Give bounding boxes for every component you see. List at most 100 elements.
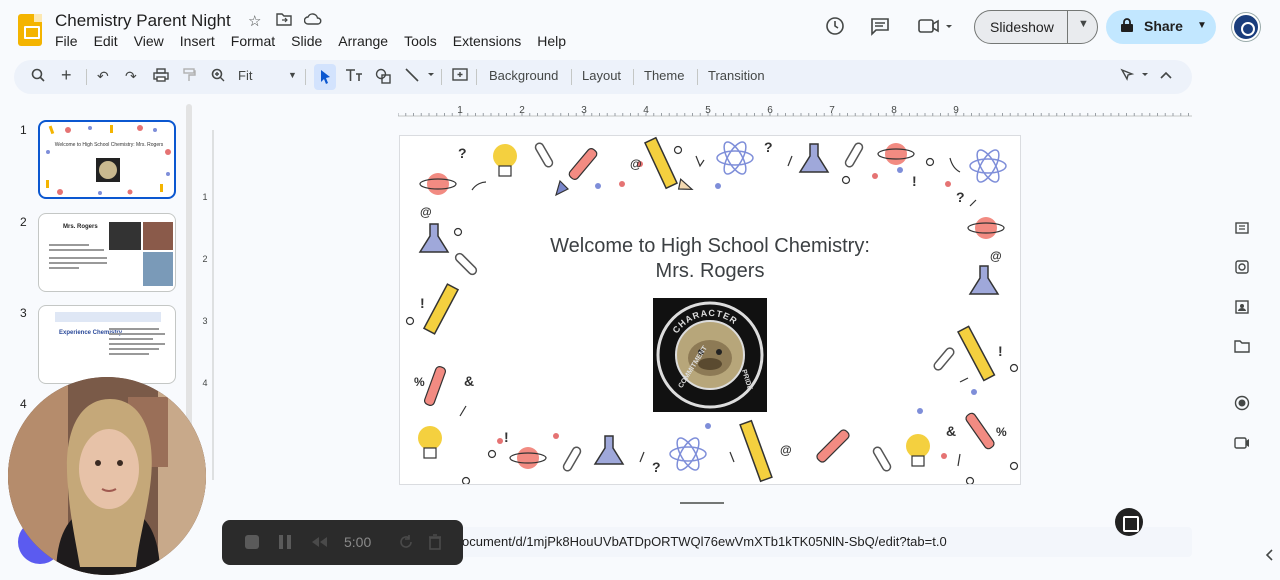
- insert-image-shape-icon[interactable]: [375, 68, 391, 87]
- thumb-body-placeholder: [49, 244, 111, 269]
- ruler-mark: 4: [643, 105, 649, 116]
- share-dropdown-icon[interactable]: ▼: [1197, 20, 1207, 31]
- menu-insert[interactable]: Insert: [180, 33, 222, 49]
- menu-view[interactable]: View: [134, 33, 171, 49]
- menu-extensions[interactable]: Extensions: [453, 33, 528, 49]
- slide-thumbnail-3[interactable]: Experience Chemistry: [38, 305, 176, 384]
- text-box-icon[interactable]: [345, 68, 363, 85]
- ruler-mark: 2: [519, 105, 525, 116]
- slideshow-button[interactable]: Slideshow ▼: [974, 10, 1098, 44]
- folder-icon[interactable]: [1234, 338, 1250, 354]
- new-slide-icon[interactable]: +: [61, 65, 72, 86]
- divider: [305, 69, 306, 85]
- comments-icon[interactable]: [870, 16, 890, 41]
- cloud-status-icon[interactable]: [303, 12, 322, 30]
- version-history-icon[interactable]: [825, 16, 845, 41]
- theme-button[interactable]: Theme: [644, 68, 684, 83]
- menu-arrange[interactable]: Arrange: [338, 33, 395, 49]
- menu-format[interactable]: Format: [231, 33, 282, 49]
- background-button[interactable]: Background: [489, 68, 558, 83]
- ruler-mark: 3: [581, 105, 587, 116]
- zoom-icon[interactable]: [211, 68, 225, 85]
- svg-text:&: &: [946, 423, 956, 439]
- divider: [697, 69, 698, 85]
- line-tool-icon[interactable]: [405, 68, 435, 85]
- keep-notes-icon[interactable]: [1234, 220, 1250, 236]
- slide-title-line1: Welcome to High School Chemistry:: [550, 235, 870, 257]
- divider: [476, 69, 477, 85]
- layout-button[interactable]: Layout: [582, 68, 621, 83]
- zoom-dropdown-icon[interactable]: ▼: [288, 70, 297, 80]
- video-record-icon[interactable]: [1234, 435, 1250, 451]
- svg-text:?: ?: [458, 145, 467, 161]
- search-menus-icon[interactable]: [31, 68, 45, 85]
- expand-side-panel-icon[interactable]: [1262, 548, 1278, 564]
- recorder-controls: 5:00: [222, 520, 463, 565]
- contacts-icon[interactable]: [1234, 299, 1250, 315]
- address-bar-url[interactable]: ocument/d/1mjPk8HouUVbATDpORTWQl76ewVmXT…: [462, 534, 947, 549]
- thumb-header: [55, 312, 161, 322]
- share-button[interactable]: Share ▼: [1106, 10, 1216, 44]
- restart-icon[interactable]: [398, 534, 414, 554]
- insert-comment-icon[interactable]: [452, 68, 468, 85]
- meet-video-icon[interactable]: [918, 16, 954, 41]
- school-logo-image[interactable]: CHARACTER COMMITMENT PRIDE: [653, 298, 767, 412]
- vertical-ruler[interactable]: 1 2 3 4: [200, 130, 214, 480]
- star-icon[interactable]: ☆: [248, 12, 261, 30]
- collapse-toolbar-icon[interactable]: [1160, 68, 1172, 84]
- slide-title[interactable]: Welcome to High School Chemistry: Mrs. R…: [400, 234, 1020, 284]
- print-icon[interactable]: [153, 68, 169, 85]
- menu-help[interactable]: Help: [537, 33, 573, 49]
- stop-icon[interactable]: [244, 534, 260, 554]
- pause-icon[interactable]: [278, 534, 292, 554]
- speaker-notes-handle[interactable]: [680, 502, 724, 504]
- svg-text:?: ?: [956, 189, 965, 205]
- slide-number: 3: [20, 306, 27, 320]
- ruler-mark: 9: [953, 105, 959, 116]
- slide-thumbnail-1[interactable]: Welcome to High School Chemistry: Mrs. R…: [38, 120, 176, 199]
- pencil-icon: [422, 283, 460, 335]
- svg-text:?: ?: [652, 459, 661, 475]
- menu-tools[interactable]: Tools: [404, 33, 444, 49]
- rewind-icon[interactable]: [310, 534, 328, 554]
- header: Chemistry Parent Night ☆ File Edit View …: [0, 0, 1280, 56]
- tasks-icon[interactable]: [1234, 259, 1250, 275]
- menu-slide[interactable]: Slide: [291, 33, 329, 49]
- undo-icon[interactable]: ↶: [97, 68, 109, 85]
- select-tool[interactable]: [314, 64, 336, 90]
- menu-file[interactable]: File: [55, 33, 85, 49]
- transition-button[interactable]: Transition: [708, 68, 765, 83]
- slide-title-line2: Mrs. Rogers: [655, 260, 765, 282]
- document-title[interactable]: Chemistry Parent Night: [55, 11, 231, 31]
- webcam-bubble[interactable]: [8, 377, 206, 575]
- delete-icon[interactable]: [428, 534, 442, 554]
- ruler-mark: 2: [202, 254, 207, 264]
- divider: [633, 69, 634, 85]
- ruler-mark: 4: [202, 378, 207, 388]
- menu-edit[interactable]: Edit: [94, 33, 125, 49]
- paintbrush-icon: [965, 412, 995, 450]
- horizontal-ruler[interactable]: 1 2 3 4 5 6 7 8 9: [398, 103, 1192, 117]
- recording-timer: 5:00: [344, 534, 372, 550]
- svg-text:%: %: [414, 375, 425, 389]
- account-avatar[interactable]: [1232, 13, 1260, 41]
- slide-number: 2: [20, 215, 27, 229]
- slide-number: 1: [20, 123, 27, 137]
- thumb-photo: [109, 222, 141, 250]
- zoom-select[interactable]: Fit: [238, 68, 252, 83]
- redo-icon[interactable]: ↷: [125, 68, 137, 85]
- paint-format-icon[interactable]: [182, 68, 196, 85]
- slides-logo[interactable]: [18, 14, 42, 46]
- slide-thumbnail-2[interactable]: Mrs. Rogers: [38, 213, 176, 292]
- svg-text:&: &: [464, 373, 474, 389]
- screen-switch-button[interactable]: [1115, 508, 1143, 536]
- ruler-mark: 3: [202, 316, 207, 326]
- thumb-photo: [143, 252, 173, 286]
- slide-canvas[interactable]: ???? !!!! @ @ @ @ & & %% Welcome to High Sch…: [399, 135, 1021, 485]
- pen-mode-icon[interactable]: [1120, 68, 1150, 85]
- lock-icon: [1120, 17, 1134, 36]
- move-folder-icon[interactable]: [276, 12, 292, 30]
- svg-text:!: !: [504, 429, 509, 445]
- slideshow-dropdown-icon[interactable]: ▼: [1078, 18, 1089, 30]
- record-icon[interactable]: [1234, 395, 1250, 411]
